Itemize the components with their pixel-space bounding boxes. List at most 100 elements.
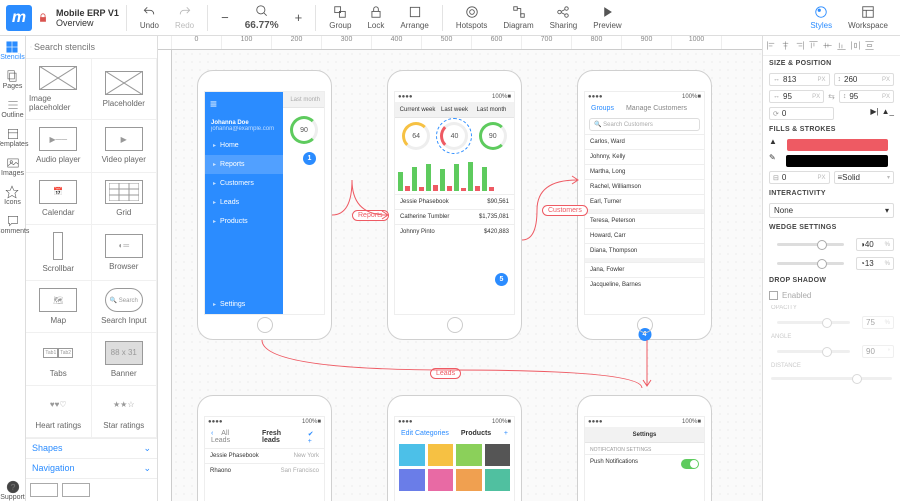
input-w[interactable]: ↔95PX [769,90,824,103]
lock-button[interactable]: Lock [361,5,390,30]
stroke-swatch[interactable] [786,155,888,167]
align-left-icon[interactable] [766,40,777,51]
section-size-position: SIZE & POSITION [763,56,900,71]
zoom-out-button[interactable]: − [215,10,235,25]
selected-widget[interactable]: 40 [440,122,468,150]
badge-1: 1 [303,152,316,165]
stencil-group-navigation[interactable]: Navigation⌄ [26,458,157,478]
wedge-end-input[interactable]: ◔13% [856,257,894,270]
fill-icon[interactable]: ▲ [769,137,777,153]
stencil-scrollbar[interactable]: Scrollbar [26,225,92,281]
flip-v-icon[interactable]: ▲_ [882,107,894,120]
stencil-heart-ratings[interactable]: ♥♥♡Heart ratings [26,386,92,438]
align-center-h-icon[interactable] [780,40,791,51]
shadow-opacity-slider[interactable] [777,321,850,324]
distribute-h-icon[interactable] [850,40,861,51]
link-reports[interactable]: Reports [352,210,389,221]
stroke-style-select[interactable]: ≡ Solid▾ [834,171,895,184]
mockup-phone-customers[interactable]: ●●●●100%■ GroupsManage Customers 🔍 Searc… [577,70,712,340]
stencil-panel: Image placeholder Placeholder ▶──Audio p… [26,36,158,501]
redo-button[interactable]: Redo [169,5,200,30]
align-middle-icon[interactable] [822,40,833,51]
input-x[interactable]: ↔813PX [769,73,830,86]
diagram-button[interactable]: Diagram [497,5,539,30]
rail-icons[interactable]: Icons [4,185,21,206]
mockup-phone-products[interactable]: ●●●●100%■ Edit CategoriesProducts+ [387,395,522,501]
mockup-phone-leads[interactable]: ●●●●100%■ ‹ All LeadsFresh leads✔ + Jess… [197,395,332,501]
sharing-button[interactable]: Sharing [544,5,584,30]
stencil-map[interactable]: 🗺Map [26,281,92,333]
stencil-banner[interactable]: 88 x 31Banner [92,333,158,385]
input-rotation[interactable]: ⟳0 [769,107,834,120]
distribute-v-icon[interactable] [864,40,875,51]
svg-text:?: ? [10,483,15,492]
rail-outline[interactable]: Outline [1,98,23,119]
align-bottom-icon[interactable] [836,40,847,51]
input-h[interactable]: ↕95PX [839,90,894,103]
fill-swatch[interactable] [787,139,888,151]
stencil-search-input[interactable] [32,40,153,54]
link-leads[interactable]: Leads [430,368,461,379]
align-right-icon[interactable] [794,40,805,51]
stencil-calendar[interactable]: 📅Calendar [26,173,92,225]
stencil-misc-1[interactable] [30,483,58,497]
shadow-enabled-checkbox[interactable]: Enabled [763,288,900,303]
ruler-horizontal: 01002003004005006007008009001000 [158,36,762,50]
workspace-tab[interactable]: Workspace [842,5,894,30]
link-customers[interactable]: Customers [542,205,588,216]
stencil-search-input[interactable]: 🔍 SearchSearch Input [92,281,158,333]
stencil-group-shapes[interactable]: Shapes⌄ [26,438,157,458]
app-logo[interactable]: m [6,5,32,31]
rail-comments[interactable]: Comments [0,214,29,235]
left-rail: Stencils Pages Outline Templates Images … [0,36,26,501]
stencil-video-player[interactable]: ▶Video player [92,120,158,172]
document-title-block[interactable]: Mobile ERP V1 Overview [56,8,119,28]
wedge-start-input[interactable]: ◑40% [856,238,894,251]
lock-icon [38,13,48,23]
rail-templates[interactable]: Templates [0,127,28,148]
stencil-placeholder[interactable]: Placeholder [92,59,158,120]
wedge-start-slider[interactable] [777,243,844,246]
rail-support[interactable]: ?Support [0,480,25,501]
styles-tab[interactable]: Styles [804,5,838,30]
stroke-icon[interactable]: ✎ [769,153,776,169]
preview-button[interactable]: Preview [587,5,627,30]
badge-4: 4 [638,328,651,341]
zoom-value[interactable]: 66.77% [239,4,285,31]
rail-images[interactable]: Images [1,156,24,177]
rail-stencils[interactable]: Stencils [0,40,25,61]
section-fills: FILLS & STROKES [763,122,900,137]
input-y[interactable]: ↕260PX [834,73,895,86]
flip-h-icon[interactable]: ▶| [870,107,878,120]
wedge-end-slider[interactable] [777,262,844,265]
canvas-area[interactable]: 01002003004005006007008009001000 Last mo… [158,36,762,501]
arrange-button[interactable]: Arrange [394,5,434,30]
hotspots-button[interactable]: Hotspots [450,5,494,30]
section-shadow: DROP SHADOW [763,273,900,288]
stencil-browser[interactable]: ◐═Browser [92,225,158,281]
align-top-icon[interactable] [808,40,819,51]
link-wh-icon[interactable]: ⇆ [828,92,835,101]
mockup-phone-settings[interactable]: ●●●●100%■ Settings NOTIFICATION SETTINGS… [577,395,712,501]
stencil-tabs[interactable]: Tab1Tab2Tabs [26,333,92,385]
shadow-distance-slider[interactable] [771,377,892,380]
stencil-misc-2[interactable] [62,483,90,497]
ruler-vertical [158,50,172,501]
stencil-grid[interactable]: Grid [92,173,158,225]
shadow-angle-slider[interactable] [777,350,850,353]
inspector-panel: SIZE & POSITION ↔813PX ↕260PX ↔95PX ⇆ ↕9… [762,36,900,501]
zoom-in-button[interactable]: + [289,10,309,25]
stencil-image-placeholder[interactable]: Image placeholder [26,59,92,120]
mockup-phone-dashboard[interactable]: ●●●●100%■ Current weekLast weekLast mont… [387,70,522,340]
interactivity-select[interactable]: None▾ [769,203,894,218]
section-interactivity: INTERACTIVITY [763,186,900,201]
stencil-star-ratings[interactable]: ★★☆Star ratings [92,386,158,438]
align-tools [763,36,900,56]
undo-button[interactable]: Undo [134,5,165,30]
rail-pages[interactable]: Pages [3,69,23,90]
stencil-audio-player[interactable]: ▶──Audio player [26,120,92,172]
badge-5: 5 [495,273,508,286]
group-button[interactable]: Group [323,5,357,30]
mockup-phone-drawer[interactable]: Last month 90 ≡ Johanna Doejohanna@examp… [197,70,332,340]
stroke-width-input[interactable]: ⊟0PX [769,171,830,184]
